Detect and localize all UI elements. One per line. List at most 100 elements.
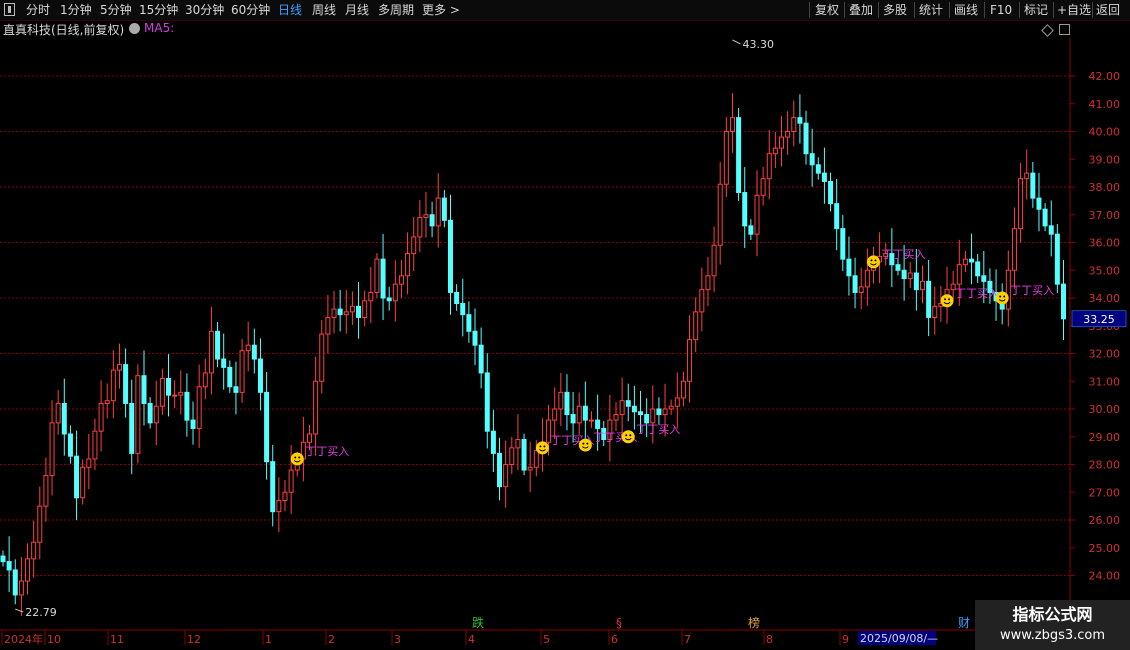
candle-body[interactable] [405,253,411,277]
candle-body[interactable] [349,305,355,313]
candle-body[interactable] [858,286,864,293]
candle-body[interactable] [705,275,711,291]
candle-body[interactable] [509,447,515,466]
candle-body[interactable] [956,264,962,285]
candle-body[interactable] [129,402,135,454]
candle-body[interactable] [245,344,251,352]
candle-body[interactable] [1030,172,1036,199]
candle-body[interactable] [570,414,576,424]
candle-body[interactable] [417,217,423,238]
candle-body[interactable] [895,264,901,271]
candle-body[interactable] [821,172,827,182]
candle-body[interactable] [662,408,668,416]
candle-body[interactable] [362,300,368,318]
candle-body[interactable] [852,275,858,293]
candle-body[interactable] [429,214,435,227]
candle-body[interactable] [766,153,772,180]
candle-body[interactable] [135,375,141,454]
candle-body[interactable] [25,558,31,582]
candle-body[interactable] [797,117,803,124]
candle-body[interactable] [754,194,760,235]
candle-body[interactable] [368,291,374,302]
candle-body[interactable] [582,405,588,421]
candle-body[interactable] [631,405,637,413]
candle-body[interactable] [533,450,539,468]
candle-body[interactable] [18,580,24,596]
candle-body[interactable] [815,164,821,174]
candle-body[interactable] [123,364,129,404]
candle-body[interactable] [595,419,601,429]
candle-body[interactable] [785,131,791,138]
candle-body[interactable] [846,258,852,277]
candle-body[interactable] [374,258,380,293]
candle-body[interactable] [503,464,509,488]
candle-body[interactable] [619,400,625,416]
candle-body[interactable] [1042,208,1048,227]
candle-body[interactable] [717,183,723,246]
candle-body[interactable] [588,419,594,422]
candle-body[interactable] [1048,225,1054,235]
candle-body[interactable] [331,308,337,318]
candle-body[interactable] [552,408,558,421]
candle-body[interactable] [760,178,766,196]
candle-body[interactable] [6,561,12,571]
candle-body[interactable] [441,197,447,221]
candle-body[interactable] [742,192,748,227]
candle-body[interactable] [270,461,276,513]
candle-body[interactable] [307,433,312,443]
candle-body[interactable] [233,386,239,393]
candle-body[interactable] [791,117,797,132]
candle-body[interactable] [748,225,754,235]
candle-body[interactable] [981,275,987,282]
candle-body[interactable] [803,122,809,155]
candle-body[interactable] [55,402,61,424]
candle-body[interactable] [264,391,270,463]
candle-body[interactable] [92,430,98,460]
candle-body[interactable] [656,408,662,416]
candle-body[interactable] [711,244,717,277]
candle-body[interactable] [687,339,693,382]
candle-body[interactable] [386,297,392,302]
candle-body[interactable] [558,391,564,410]
candle-body[interactable] [901,269,907,280]
candle-body[interactable] [31,541,37,560]
candle-body[interactable] [613,414,619,421]
candle-body[interactable] [380,258,386,299]
candle-body[interactable] [840,228,846,260]
candle-body[interactable] [86,458,92,468]
candle-body[interactable] [723,131,729,185]
candle-body[interactable] [650,408,656,424]
candle-body[interactable] [282,491,288,502]
candle-body[interactable] [67,433,73,457]
candle-body[interactable] [478,344,484,374]
candle-body[interactable] [527,466,533,471]
candle-body[interactable] [0,555,6,563]
candle-body[interactable] [515,439,521,449]
candle-body[interactable] [460,303,466,316]
candle-body[interactable] [61,402,67,435]
candle-body[interactable] [221,358,227,368]
candle-body[interactable] [668,405,674,410]
candle-body[interactable] [104,400,110,404]
candle-body[interactable] [166,377,172,396]
candle-body[interactable] [693,311,699,341]
candle-body[interactable] [313,380,319,435]
candle-body[interactable] [1054,233,1060,285]
candle-body[interactable] [159,377,165,407]
candle-body[interactable] [638,411,644,416]
candle-body[interactable] [257,358,263,393]
candle-body[interactable] [239,350,245,393]
candle-body[interactable] [392,283,398,302]
candle-body[interactable] [343,311,349,316]
candle-body[interactable] [49,422,55,477]
candle-body[interactable] [484,372,490,432]
candle-body[interactable] [319,333,325,382]
candle-body[interactable] [521,439,527,471]
candle-body[interactable] [920,280,925,291]
candle-body[interactable] [276,500,282,513]
candle-body[interactable] [736,117,742,194]
candle-body[interactable] [969,258,975,263]
candle-body[interactable] [215,330,221,360]
candle-body[interactable] [625,400,631,407]
candle-body[interactable] [110,369,116,402]
